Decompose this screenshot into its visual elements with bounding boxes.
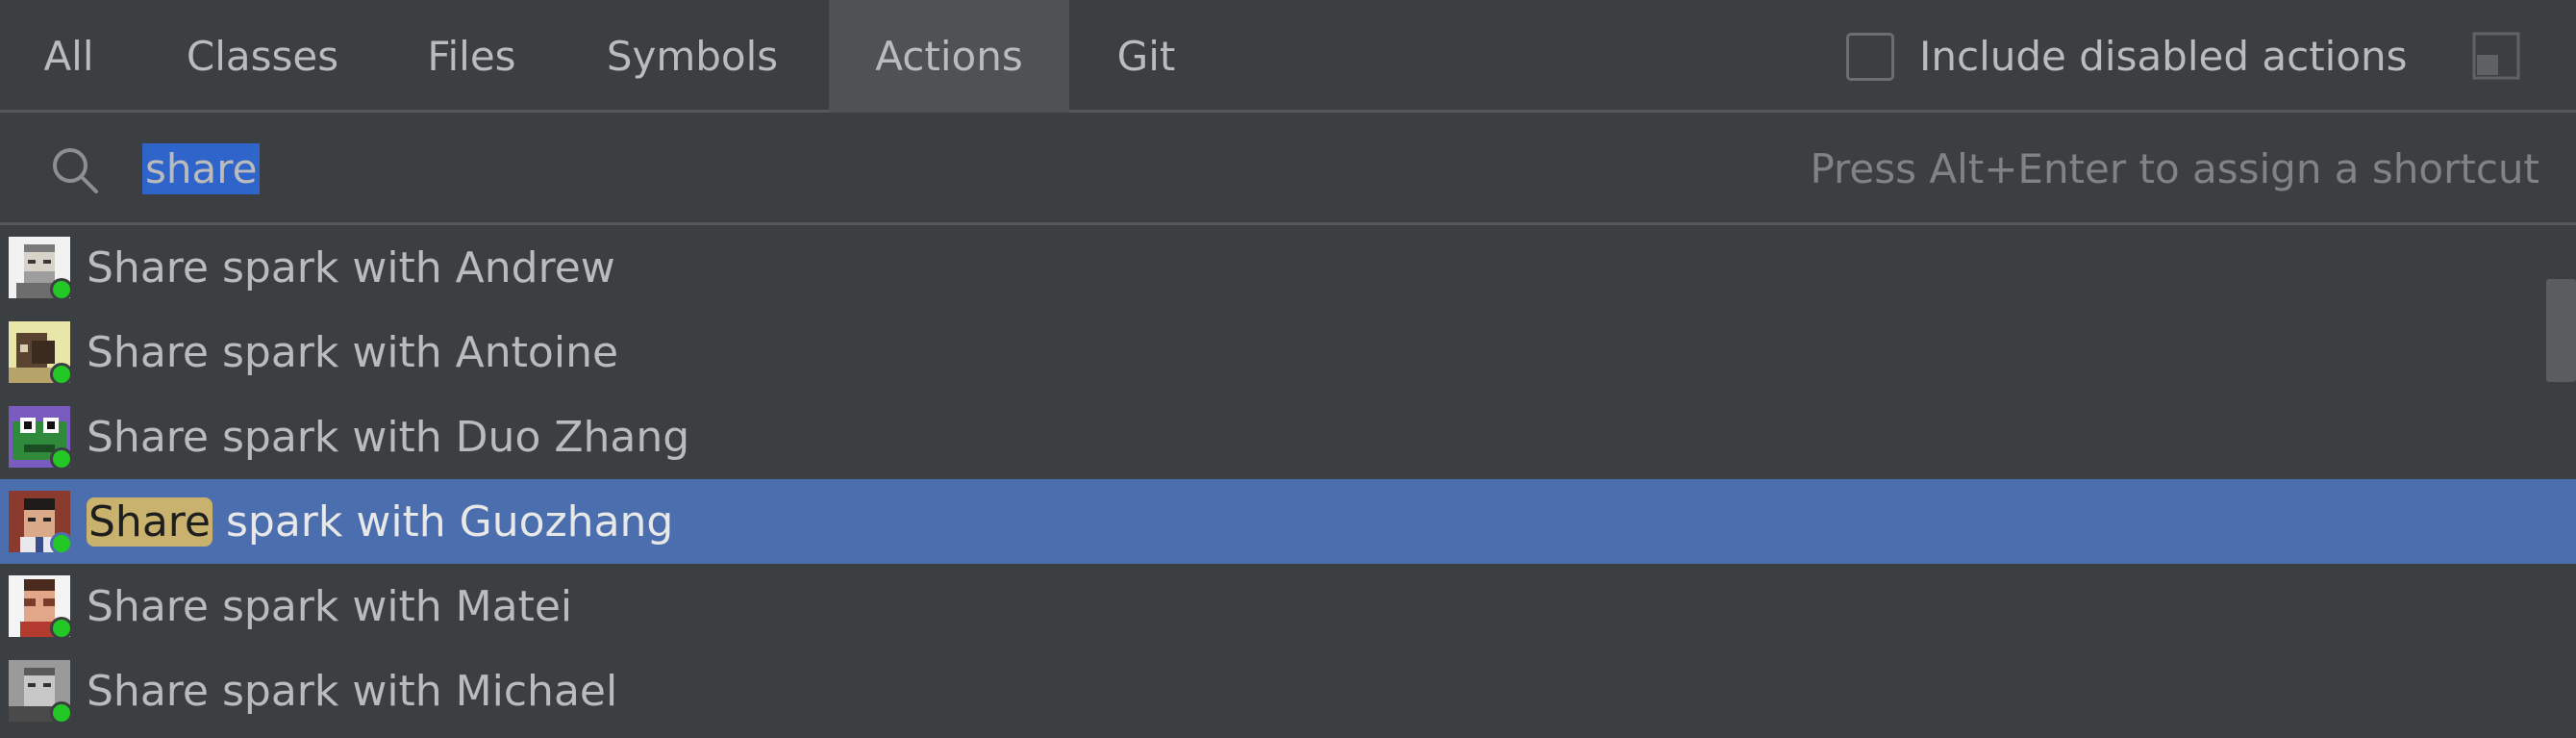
include-disabled-label: Include disabled actions	[1919, 33, 2408, 80]
result-label: Share spark with Matei	[87, 581, 573, 631]
tab-symbols-label: Symbols	[606, 33, 779, 80]
list-item[interactable]: Share spark with Michael	[0, 649, 2576, 733]
result-label: Share spark with Michael	[87, 666, 618, 716]
tab-actions[interactable]: Actions	[829, 0, 1069, 113]
results-list: Share spark with Andrew Share spark with…	[0, 225, 2576, 738]
result-label: Share spark with Duo Zhang	[87, 412, 690, 462]
result-label: Share spark with Guozhang	[87, 496, 674, 547]
shortcut-hint: Press Alt+Enter to assign a shortcut	[1810, 144, 2539, 192]
online-status-icon	[50, 363, 73, 386]
avatar-antoine	[9, 321, 73, 386]
tab-symbols[interactable]: Symbols	[556, 0, 829, 113]
include-disabled-actions-option[interactable]: Include disabled actions	[1846, 0, 2408, 113]
list-item[interactable]: Share spark with Duo Zhang	[0, 394, 2576, 479]
search-field-row: share Press Alt+Enter to assign a shortc…	[0, 113, 2576, 225]
search-input[interactable]: share	[142, 140, 261, 197]
tab-git[interactable]: Git	[1069, 0, 1223, 113]
list-item-selected[interactable]: Share spark with Guozhang	[0, 479, 2576, 564]
tab-files-label: Files	[427, 33, 516, 80]
avatar-michael	[9, 660, 73, 725]
list-item[interactable]: Share spark with Matei	[0, 564, 2576, 649]
online-status-icon	[50, 278, 73, 301]
tab-classes[interactable]: Classes	[138, 0, 388, 113]
list-item[interactable]: Share spark with Antoine	[0, 310, 2576, 394]
avatar-matei	[9, 575, 73, 640]
pin-window-icon[interactable]	[2472, 32, 2520, 80]
avatar-duo-zhang	[9, 406, 73, 471]
avatar-andrew	[9, 237, 73, 301]
search-everywhere-tabbar: All Classes Files Symbols Actions Git In…	[0, 0, 2576, 113]
tab-files[interactable]: Files	[388, 0, 556, 113]
include-disabled-checkbox[interactable]	[1846, 32, 1894, 81]
result-label: Share spark with Andrew	[87, 242, 615, 293]
online-status-icon	[50, 532, 73, 555]
online-status-icon	[50, 617, 73, 640]
tab-classes-label: Classes	[186, 33, 339, 80]
result-label: Share spark with Antoine	[87, 327, 619, 377]
avatar-guozhang	[9, 491, 73, 555]
online-status-icon	[50, 701, 73, 725]
list-item[interactable]: Share spark with Andrew	[0, 225, 2576, 310]
tab-git-label: Git	[1116, 33, 1176, 80]
search-query-text: share	[142, 142, 261, 194]
tab-all-label: All	[43, 33, 94, 80]
online-status-icon	[50, 447, 73, 471]
results-scrollbar-thumb[interactable]	[2546, 279, 2576, 382]
tab-all[interactable]: All	[0, 0, 138, 113]
tab-actions-label: Actions	[875, 33, 1023, 80]
search-icon	[48, 143, 102, 197]
